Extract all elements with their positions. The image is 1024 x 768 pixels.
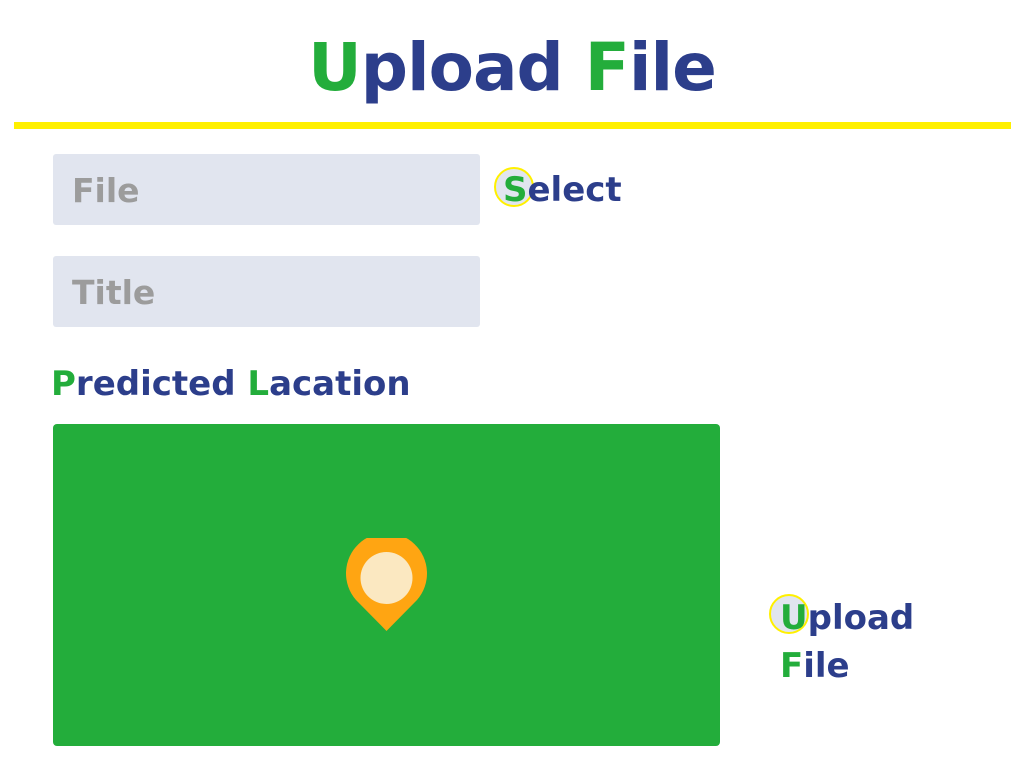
predicted-location-label: Predicted Lacation	[51, 364, 411, 404]
upload-word-upload: pload	[807, 598, 915, 638]
select-initial: S	[503, 170, 528, 210]
upload-button-line-2: File	[769, 642, 914, 690]
map-pin-icon	[346, 538, 427, 631]
label-initial-l: L	[247, 364, 270, 404]
select-rest: elect	[527, 170, 622, 210]
upload-word-file: ile	[803, 646, 850, 686]
upload-file-button[interactable]: Upload File	[769, 594, 914, 690]
title-word-upload: pload	[360, 29, 564, 106]
label-word-location: acation	[269, 364, 411, 404]
title-initial-f: F	[584, 29, 630, 106]
file-field[interactable]: File	[53, 154, 480, 225]
upload-button-line-1: Upload	[769, 594, 914, 642]
upload-page: Upload File File Select Title Predicted …	[0, 0, 1024, 768]
select-button-label: Select	[493, 170, 622, 210]
label-initial-p: P	[51, 364, 76, 404]
select-button[interactable]: Select	[493, 167, 622, 212]
title-field[interactable]: Title	[53, 256, 480, 327]
location-map[interactable]	[53, 424, 720, 746]
upload-initial-f: F	[780, 646, 804, 686]
label-word-predicted: redicted	[75, 364, 236, 404]
page-title: Upload File	[0, 28, 1024, 108]
header-divider	[14, 122, 1011, 129]
title-word-file: ile	[628, 29, 717, 106]
upload-initial-u: U	[780, 598, 808, 638]
title-initial-u: U	[308, 29, 362, 106]
